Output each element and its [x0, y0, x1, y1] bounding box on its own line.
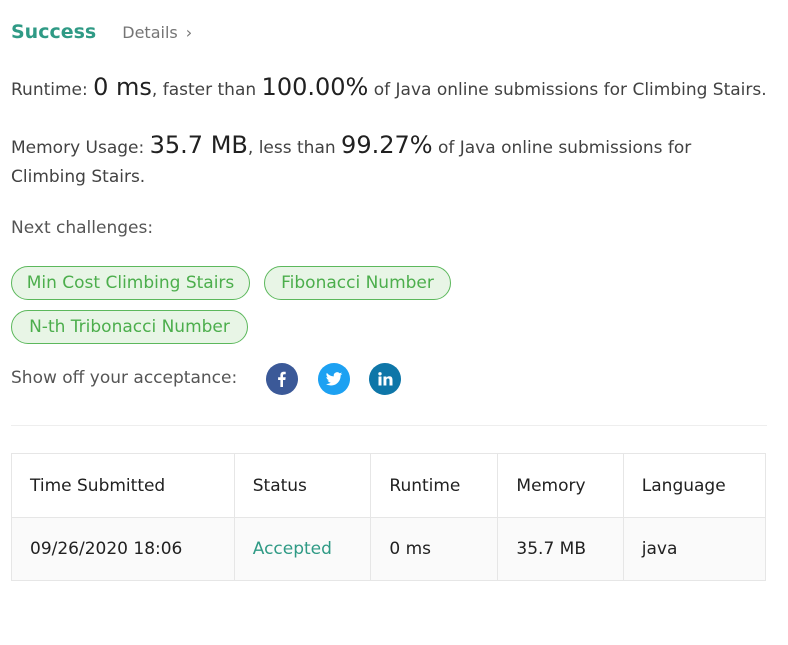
result-header: Success Details ›: [11, 18, 192, 46]
twitter-icon[interactable]: [318, 363, 350, 395]
runtime-summary: Runtime: 0 ms, faster than 100.00% of Ja…: [11, 73, 767, 105]
memory-value: 35.7 MB: [149, 131, 248, 159]
col-language: Language: [622, 453, 767, 518]
details-link[interactable]: Details ›: [122, 23, 192, 42]
cell-runtime: 0 ms: [370, 517, 499, 581]
runtime-suffix: of Java online submissions for Climbing …: [368, 80, 767, 100]
runtime-middle: , faster than: [151, 80, 262, 100]
runtime-prefix: Runtime:: [11, 80, 94, 100]
cell-time-submitted: 09/26/2020 18:06: [11, 517, 235, 581]
challenge-tag-tribonacci[interactable]: N-th Tribonacci Number: [11, 310, 248, 344]
col-runtime: Runtime: [370, 453, 499, 518]
submission-table: Time Submitted Status Runtime Memory Lan…: [11, 453, 767, 581]
col-time-submitted: Time Submitted: [11, 453, 235, 518]
memory-prefix: Memory Usage:: [11, 138, 150, 158]
cell-memory: 35.7 MB: [497, 517, 624, 581]
cell-language: java: [622, 517, 767, 581]
linkedin-icon[interactable]: [369, 363, 401, 395]
share-label: Show off your acceptance:: [11, 368, 238, 388]
memory-summary: Memory Usage: 35.7 MB, less than 99.27% …: [11, 131, 771, 192]
col-memory: Memory: [497, 453, 624, 518]
cell-status-link[interactable]: Accepted: [233, 517, 372, 581]
table-row: 09/26/2020 18:06 Accepted 0 ms 35.7 MB j…: [11, 517, 767, 581]
col-status: Status: [233, 453, 372, 518]
memory-percent: 99.27%: [341, 131, 433, 159]
runtime-percent: 100.00%: [261, 73, 369, 101]
section-divider: [11, 425, 767, 426]
memory-middle: , less than: [247, 138, 342, 158]
challenge-tag-min-cost[interactable]: Min Cost Climbing Stairs: [11, 266, 250, 300]
chevron-right-icon: ›: [185, 22, 193, 42]
next-challenges-label: Next challenges:: [11, 218, 154, 238]
details-label: Details: [122, 22, 178, 42]
status-title: Success: [11, 21, 97, 43]
facebook-icon[interactable]: [266, 363, 298, 395]
challenge-tag-fibonacci[interactable]: Fibonacci Number: [264, 266, 451, 300]
runtime-value: 0 ms: [93, 73, 152, 101]
table-header-row: Time Submitted Status Runtime Memory Lan…: [11, 453, 767, 518]
